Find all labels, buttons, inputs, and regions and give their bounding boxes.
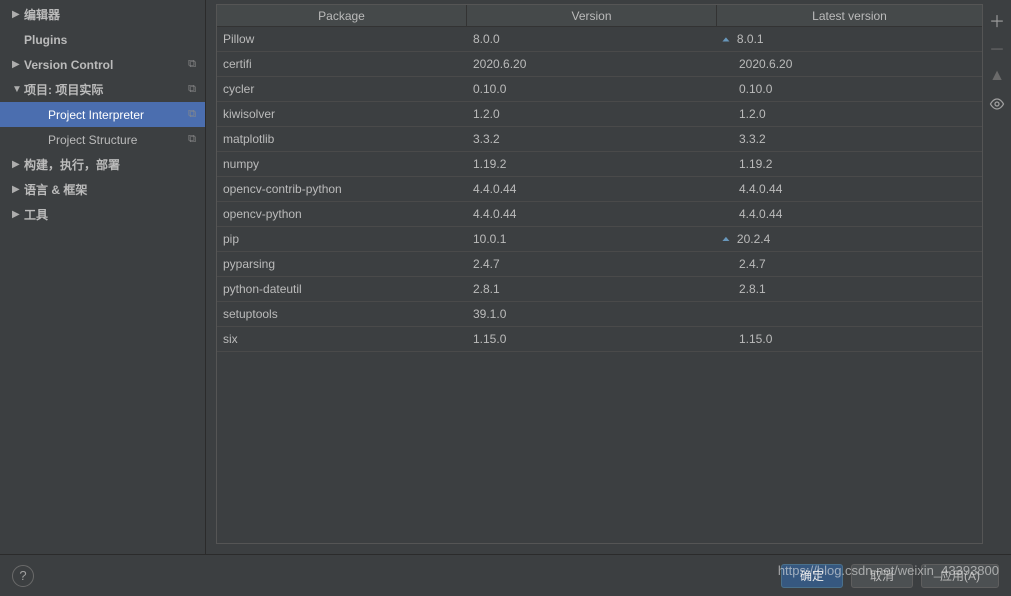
sidebar-item-label: Project Interpreter xyxy=(24,108,188,122)
sidebar-item-2[interactable]: ▶Version Control⧉ xyxy=(0,52,205,77)
packages-table: Package Version Latest version Pillow8.0… xyxy=(216,4,983,544)
cell-package: opencv-contrib-python xyxy=(217,182,467,196)
cell-latest: 1.15.0 xyxy=(717,332,982,346)
sidebar-item-6[interactable]: ▶构建，执行，部署 xyxy=(0,152,205,177)
cell-version: 4.4.0.44 xyxy=(467,182,717,196)
sidebar-item-label: Version Control xyxy=(24,58,188,72)
cell-latest: 0.10.0 xyxy=(717,82,982,96)
sidebar-item-label: 构建，执行，部署 xyxy=(24,156,205,173)
sidebar-item-3[interactable]: ▼项目: 项目实际⧉ xyxy=(0,77,205,102)
table-row[interactable]: opencv-python4.4.0.444.4.0.44 xyxy=(217,202,982,227)
cell-package: cycler xyxy=(217,82,467,96)
tree-arrow-icon: ▶ xyxy=(12,59,24,70)
sidebar-item-4[interactable]: Project Interpreter⧉ xyxy=(0,102,205,127)
cell-version: 4.4.0.44 xyxy=(467,207,717,221)
cell-version: 39.1.0 xyxy=(467,307,717,321)
table-row[interactable]: kiwisolver1.2.01.2.0 xyxy=(217,102,982,127)
sidebar-item-7[interactable]: ▶语言 & 框架 xyxy=(0,177,205,202)
cell-latest: 1.2.0 xyxy=(717,107,982,121)
cell-version: 10.0.1 xyxy=(467,232,717,246)
header-package[interactable]: Package xyxy=(217,5,467,26)
package-actions: ＋ － ▲ xyxy=(983,0,1011,554)
cell-latest: ▲8.0.1 xyxy=(717,32,982,46)
add-package-button[interactable]: ＋ xyxy=(987,10,1007,30)
cell-package: matplotlib xyxy=(217,132,467,146)
cell-latest: 1.19.2 xyxy=(717,157,982,171)
cell-version: 2.8.1 xyxy=(467,282,717,296)
show-early-releases-button[interactable] xyxy=(987,94,1007,114)
table-row[interactable]: opencv-contrib-python4.4.0.444.4.0.44 xyxy=(217,177,982,202)
header-latest[interactable]: Latest version xyxy=(717,5,982,26)
table-row[interactable]: numpy1.19.21.19.2 xyxy=(217,152,982,177)
eye-icon xyxy=(989,96,1005,112)
cell-version: 0.10.0 xyxy=(467,82,717,96)
project-scope-icon: ⧉ xyxy=(188,108,205,121)
remove-package-button[interactable]: － xyxy=(987,38,1007,58)
sidebar-item-label: 编辑器 xyxy=(24,6,205,23)
cell-package: python-dateutil xyxy=(217,282,467,296)
table-row[interactable]: cycler0.10.00.10.0 xyxy=(217,77,982,102)
cell-latest: 3.3.2 xyxy=(717,132,982,146)
sidebar-item-5[interactable]: Project Structure⧉ xyxy=(0,127,205,152)
tree-arrow-icon: ▶ xyxy=(12,9,24,20)
cell-version: 2020.6.20 xyxy=(467,57,717,71)
cell-package: kiwisolver xyxy=(217,107,467,121)
cell-version: 3.3.2 xyxy=(467,132,717,146)
tree-arrow-icon: ▶ xyxy=(12,184,24,195)
table-row[interactable]: six1.15.01.15.0 xyxy=(217,327,982,352)
cell-package: pip xyxy=(217,232,467,246)
cell-latest: 4.4.0.44 xyxy=(717,182,982,196)
apply-button[interactable]: 应用(A) xyxy=(921,564,999,588)
table-body[interactable]: Pillow8.0.0▲8.0.1certifi2020.6.202020.6.… xyxy=(217,27,982,543)
upgrade-package-button[interactable]: ▲ xyxy=(987,66,1007,86)
help-button[interactable]: ? xyxy=(12,565,34,587)
sidebar-item-label: 项目: 项目实际 xyxy=(24,81,188,98)
sidebar-item-8[interactable]: ▶工具 xyxy=(0,202,205,227)
cell-version: 1.15.0 xyxy=(467,332,717,346)
tree-arrow-icon: ▼ xyxy=(12,84,24,95)
table-header: Package Version Latest version xyxy=(217,5,982,27)
upgrade-available-icon: ▲ xyxy=(720,235,732,243)
sidebar-item-label: Project Structure xyxy=(24,133,188,147)
table-row[interactable]: python-dateutil2.8.12.8.1 xyxy=(217,277,982,302)
sidebar-item-label: 语言 & 框架 xyxy=(24,181,205,198)
table-row[interactable]: Pillow8.0.0▲8.0.1 xyxy=(217,27,982,52)
cell-latest: 4.4.0.44 xyxy=(717,207,982,221)
cell-package: opencv-python xyxy=(217,207,467,221)
table-row[interactable]: certifi2020.6.202020.6.20 xyxy=(217,52,982,77)
project-scope-icon: ⧉ xyxy=(188,83,205,96)
tree-arrow-icon: ▶ xyxy=(12,209,24,220)
cell-package: setuptools xyxy=(217,307,467,321)
table-row[interactable]: matplotlib3.3.23.3.2 xyxy=(217,127,982,152)
cell-package: numpy xyxy=(217,157,467,171)
header-version[interactable]: Version xyxy=(467,5,717,26)
table-row[interactable]: pyparsing2.4.72.4.7 xyxy=(217,252,982,277)
cancel-button[interactable]: 取消 xyxy=(851,564,913,588)
cell-version: 1.2.0 xyxy=(467,107,717,121)
dialog-footer: ? 确定 取消 应用(A) xyxy=(0,554,1011,596)
project-scope-icon: ⧉ xyxy=(188,133,205,146)
cell-latest: ▲20.2.4 xyxy=(717,232,982,246)
cell-version: 8.0.0 xyxy=(467,32,717,46)
tree-arrow-icon: ▶ xyxy=(12,159,24,170)
sidebar-item-0[interactable]: ▶编辑器 xyxy=(0,2,205,27)
settings-sidebar: ▶编辑器Plugins▶Version Control⧉▼项目: 项目实际⧉Pr… xyxy=(0,0,206,554)
cell-package: Pillow xyxy=(217,32,467,46)
cell-version: 2.4.7 xyxy=(467,257,717,271)
ok-button[interactable]: 确定 xyxy=(781,564,843,588)
sidebar-item-1[interactable]: Plugins xyxy=(0,27,205,52)
cell-latest: 2020.6.20 xyxy=(717,57,982,71)
sidebar-item-label: 工具 xyxy=(24,206,205,223)
cell-version: 1.19.2 xyxy=(467,157,717,171)
table-row[interactable]: setuptools39.1.0 xyxy=(217,302,982,327)
sidebar-item-label: Plugins xyxy=(24,33,205,47)
cell-latest: 2.4.7 xyxy=(717,257,982,271)
project-scope-icon: ⧉ xyxy=(188,58,205,71)
upgrade-available-icon: ▲ xyxy=(720,35,732,43)
cell-package: pyparsing xyxy=(217,257,467,271)
cell-package: six xyxy=(217,332,467,346)
cell-package: certifi xyxy=(217,57,467,71)
cell-latest: 2.8.1 xyxy=(717,282,982,296)
table-row[interactable]: pip10.0.1▲20.2.4 xyxy=(217,227,982,252)
